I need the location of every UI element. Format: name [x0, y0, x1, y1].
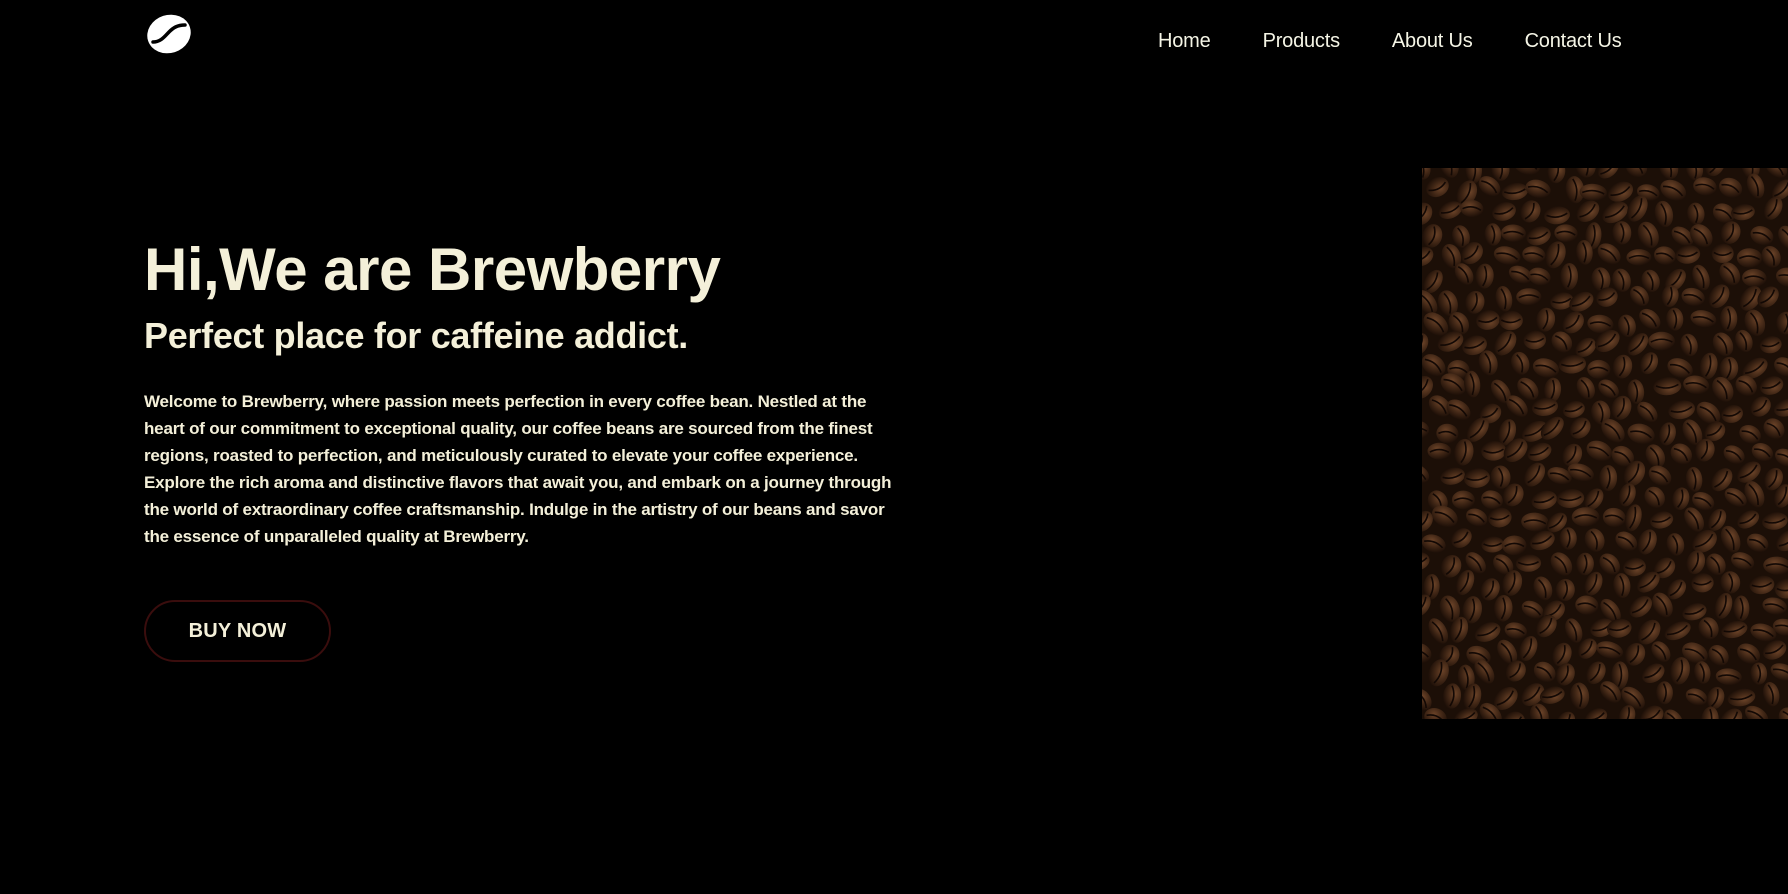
- coffee-beans-image: [1422, 168, 1788, 719]
- hero-subtitle: Perfect place for caffeine addict.: [144, 315, 688, 356]
- coffee-bean: [1626, 249, 1652, 266]
- coffee-bean: [1648, 331, 1675, 351]
- nav-home[interactable]: Home: [1158, 30, 1211, 53]
- coffee-bean: [1516, 288, 1542, 306]
- hero-description: Welcome to Brewberry, where passion meet…: [144, 392, 892, 546]
- coffee-bean: [1656, 681, 1673, 705]
- nav-contact-us[interactable]: Contact Us: [1525, 30, 1622, 53]
- coffee-bean: [1571, 507, 1600, 527]
- page: Home Products About Us Contact Us Hi,We …: [0, 0, 1788, 894]
- hero-title: Hi,We are Brewberry: [144, 236, 721, 303]
- nav-about-us[interactable]: About Us: [1392, 30, 1473, 53]
- coffee-bean-icon[interactable]: [145, 12, 193, 56]
- coffee-beans-illustration: [1422, 168, 1788, 719]
- nav-products[interactable]: Products: [1263, 30, 1341, 53]
- buy-now-button[interactable]: BUY NOW: [144, 600, 331, 662]
- main-nav: Home Products About Us Contact Us: [1158, 30, 1622, 53]
- coffee-bean: [1502, 535, 1527, 556]
